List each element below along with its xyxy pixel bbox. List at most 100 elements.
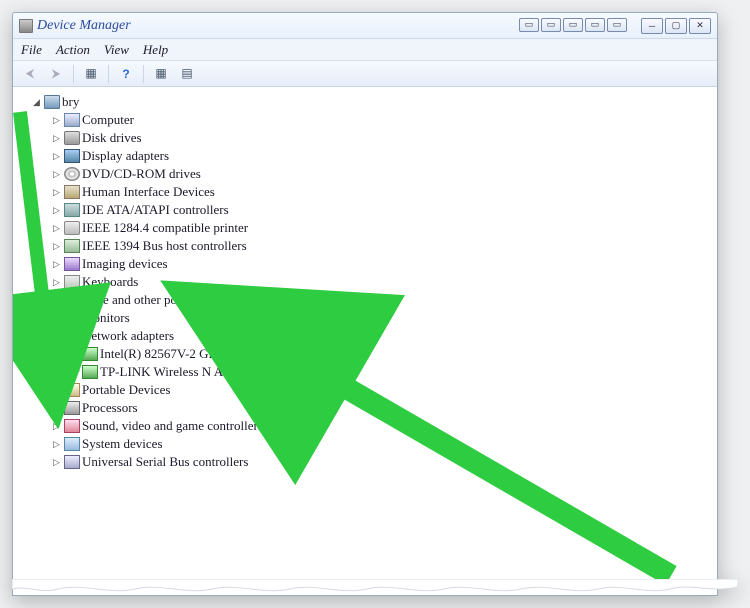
- titlebar[interactable]: Device Manager ▭ ▭ ▭ ▭ ▭ ─ ▢ ✕: [13, 13, 717, 39]
- expand-icon[interactable]: ▷: [51, 291, 62, 309]
- tree-connector: ⋯: [71, 345, 80, 363]
- net-icon: [64, 329, 80, 343]
- menu-view[interactable]: View: [104, 42, 129, 58]
- tree-item-label: Computer: [82, 111, 134, 129]
- ide-icon: [64, 203, 80, 217]
- tree-item[interactable]: ▷ System devices: [51, 435, 713, 453]
- expand-icon[interactable]: ▷: [51, 165, 62, 183]
- network-adapter-icon: [82, 365, 98, 379]
- tree-item-label: Disk drives: [82, 129, 142, 147]
- expand-icon[interactable]: ▷: [51, 381, 62, 399]
- collapse-icon[interactable]: ◢: [31, 93, 42, 111]
- tree-root[interactable]: ◢ bry: [31, 93, 713, 111]
- minimize-button[interactable]: ─: [641, 18, 663, 34]
- cpu-icon: [64, 401, 80, 415]
- tree-item-network-adapter[interactable]: ⋯ Intel(R) 82567V-2 Gigabit Network Conne…: [71, 345, 713, 363]
- tree-item[interactable]: ▷ Universal Serial Bus controllers: [51, 453, 713, 471]
- tree-item[interactable]: ▷ Monitors: [51, 309, 713, 327]
- tree-item-label: Keyboards: [82, 273, 138, 291]
- tree-item[interactable]: ▷Portable Devices: [51, 381, 713, 399]
- tree-item[interactable]: ▷ IDE ATA/ATAPI controllers: [51, 201, 713, 219]
- tree-item[interactable]: ▷ Disk drives: [51, 129, 713, 147]
- tree-item[interactable]: ▷Human Interface Devices: [51, 183, 713, 201]
- pc-icon: [64, 113, 80, 127]
- tree-item-network-adapters[interactable]: ◢ Network adapters: [51, 327, 713, 345]
- properties-button[interactable]: ▤: [176, 64, 198, 84]
- tree-item-label: Processors: [82, 399, 138, 417]
- maximize-button[interactable]: ▢: [665, 18, 687, 34]
- aux-button-2[interactable]: ▭: [541, 18, 561, 32]
- tree-item[interactable]: ▷ Keyboards: [51, 273, 713, 291]
- tree-connector: ⋯: [71, 363, 80, 381]
- expand-icon[interactable]: ▷: [51, 273, 62, 291]
- expand-icon[interactable]: ▷: [51, 453, 62, 471]
- cam-icon: [64, 257, 80, 271]
- expand-icon[interactable]: ▷: [51, 237, 62, 255]
- help-button[interactable]: ?: [115, 64, 137, 84]
- tree-item[interactable]: ▷IEEE 1284.4 compatible printer: [51, 219, 713, 237]
- tree-item-label: Monitors: [82, 309, 130, 327]
- tree-item[interactable]: ▷ Processors: [51, 399, 713, 417]
- back-button[interactable]: ⮜: [19, 64, 41, 84]
- network-adapter-icon: [82, 347, 98, 361]
- cd-icon: [64, 167, 80, 181]
- tree-item-network-adapter[interactable]: ⋯ TP-LINK Wireless N Adapter: [71, 363, 713, 381]
- tree-item[interactable]: ▷DVD/CD-ROM drives: [51, 165, 713, 183]
- sound-icon: [64, 419, 80, 433]
- forward-button[interactable]: ⮞: [45, 64, 67, 84]
- expand-icon[interactable]: ▷: [51, 147, 62, 165]
- aux-button-4[interactable]: ▭: [585, 18, 605, 32]
- tree-view[interactable]: ◢ bry ▷ Computer ▷ Disk drives ▷ Display adap…: [13, 87, 717, 595]
- aux-button-5[interactable]: ▭: [607, 18, 627, 32]
- tree-item[interactable]: ▷ Mice and other pointing devices: [51, 291, 713, 309]
- expand-icon[interactable]: ▷: [51, 435, 62, 453]
- toolbar-separator: [143, 65, 144, 83]
- tree-item-label: Network adapters: [82, 327, 174, 345]
- show-hidden-button[interactable]: ▦: [80, 64, 102, 84]
- tree-item[interactable]: ▷ Imaging devices: [51, 255, 713, 273]
- tree-item-label: Intel(R) 82567V-2 Gigabit Network Connec…: [100, 345, 350, 363]
- tree-item-label: IEEE 1394 Bus host controllers: [82, 237, 247, 255]
- menu-help[interactable]: Help: [143, 42, 168, 58]
- expand-icon[interactable]: ▷: [51, 111, 62, 129]
- port-icon: [64, 383, 80, 397]
- hid-icon: [64, 185, 80, 199]
- expand-icon[interactable]: ◢: [51, 327, 62, 345]
- toolbar: ⮜ ⮞ ▦ ? ▦ ▤: [13, 61, 717, 87]
- window-controls: ▭ ▭ ▭ ▭ ▭ ─ ▢ ✕: [519, 18, 711, 34]
- close-button[interactable]: ✕: [689, 18, 711, 34]
- tree-item-label: Imaging devices: [82, 255, 168, 273]
- expand-icon[interactable]: ▷: [51, 183, 62, 201]
- tree-item-label: Display adapters: [82, 147, 169, 165]
- tree-item[interactable]: ▷ Sound, video and game controllers: [51, 417, 713, 435]
- display-icon: [64, 149, 80, 163]
- tree-item-label: IDE ATA/ATAPI controllers: [82, 201, 229, 219]
- tree-item-label: Sound, video and game controllers: [82, 417, 263, 435]
- expand-icon[interactable]: ▷: [51, 399, 62, 417]
- expand-icon[interactable]: ▷: [51, 129, 62, 147]
- usb-icon: [64, 455, 80, 469]
- tree-item[interactable]: ▷ Display adapters: [51, 147, 713, 165]
- tree-item[interactable]: ▷ IEEE 1394 Bus host controllers: [51, 237, 713, 255]
- tree-item-label: System devices: [82, 435, 163, 453]
- printer-icon: [64, 221, 80, 235]
- expand-icon[interactable]: ▷: [51, 309, 62, 327]
- tree-item[interactable]: ▷ Computer: [51, 111, 713, 129]
- expand-icon[interactable]: ▷: [51, 201, 62, 219]
- tree-item-label: TP-LINK Wireless N Adapter: [100, 363, 256, 381]
- tree-item-label: Mice and other pointing devices: [82, 291, 250, 309]
- tree-item-label: Universal Serial Bus controllers: [82, 453, 248, 471]
- computer-icon: [44, 95, 60, 109]
- menubar: File Action View Help: [13, 39, 717, 61]
- expand-icon[interactable]: ▷: [51, 417, 62, 435]
- 1394-icon: [64, 239, 80, 253]
- kb-icon: [64, 275, 80, 289]
- menu-file[interactable]: File: [21, 42, 42, 58]
- menu-action[interactable]: Action: [56, 42, 90, 58]
- toolbar-separator: [108, 65, 109, 83]
- expand-icon[interactable]: ▷: [51, 219, 62, 237]
- scan-hardware-button[interactable]: ▦: [150, 64, 172, 84]
- aux-button-1[interactable]: ▭: [519, 18, 539, 32]
- expand-icon[interactable]: ▷: [51, 255, 62, 273]
- aux-button-3[interactable]: ▭: [563, 18, 583, 32]
